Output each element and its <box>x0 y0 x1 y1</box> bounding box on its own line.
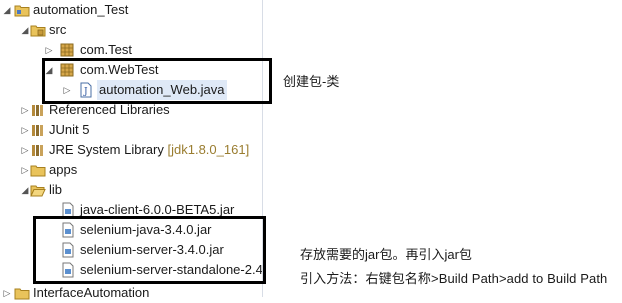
source-folder-icon <box>30 25 46 37</box>
apps-label: apps <box>49 162 78 177</box>
project-folder-icon <box>14 5 30 17</box>
collapse-arrow-icon[interactable]: ▷ <box>20 120 30 140</box>
lib-label: lib <box>49 182 63 197</box>
collapse-arrow-icon[interactable]: ▷ <box>20 100 30 120</box>
highlight-box-jars <box>33 216 266 284</box>
expand-arrow-icon[interactable]: ◢ <box>2 0 12 20</box>
library-icon <box>32 145 43 156</box>
junit-label: JUnit 5 <box>49 122 90 137</box>
annotation-create-package: 创建包-类 <box>283 74 340 89</box>
src-label: src <box>49 22 67 37</box>
project-folder-icon <box>14 288 30 300</box>
expand-arrow-icon[interactable]: ◢ <box>20 180 30 200</box>
open-folder-icon <box>30 185 46 197</box>
annotation-store-jars: 存放需要的jar包。再引入jar包 <box>300 247 472 262</box>
library-icon <box>32 105 43 116</box>
collapse-arrow-icon[interactable]: ▷ <box>44 40 54 60</box>
collapse-arrow-icon[interactable]: ▷ <box>20 140 30 160</box>
library-icon <box>32 125 43 136</box>
package-icon <box>60 43 74 57</box>
highlight-box-package <box>42 58 272 104</box>
expand-arrow-icon[interactable]: ◢ <box>20 20 30 40</box>
collapse-arrow-icon[interactable]: ▷ <box>2 283 12 303</box>
jre-version: [jdk1.8.0_161] <box>167 142 250 157</box>
next-project-label: InterfaceAutomation <box>33 285 150 300</box>
package-test-label: com.Test <box>80 42 133 57</box>
folder-icon <box>30 165 46 177</box>
project-label: automation_Test <box>33 2 129 17</box>
annotation-import-method: 引入方法：右键包名称>Build Path>add to Build Path <box>300 271 608 286</box>
collapse-arrow-icon[interactable]: ▷ <box>20 160 30 180</box>
jre-label: JRE System Library [jdk1.8.0_161] <box>49 142 250 157</box>
